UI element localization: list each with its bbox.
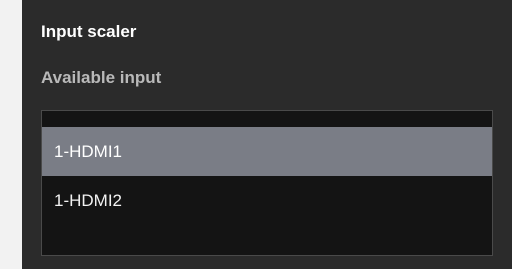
list-item-hdmi1[interactable]: 1-HDMI1 [42,127,492,176]
list-item-hdmi2[interactable]: 1-HDMI2 [42,176,492,225]
panel-title: Input scaler [41,22,137,41]
available-input-list[interactable]: 1-HDMI1 1-HDMI2 [41,110,493,256]
available-input-label: Available input [41,68,162,87]
input-scaler-panel: Input scaler Available input 1-HDMI1 1-H… [22,0,512,269]
